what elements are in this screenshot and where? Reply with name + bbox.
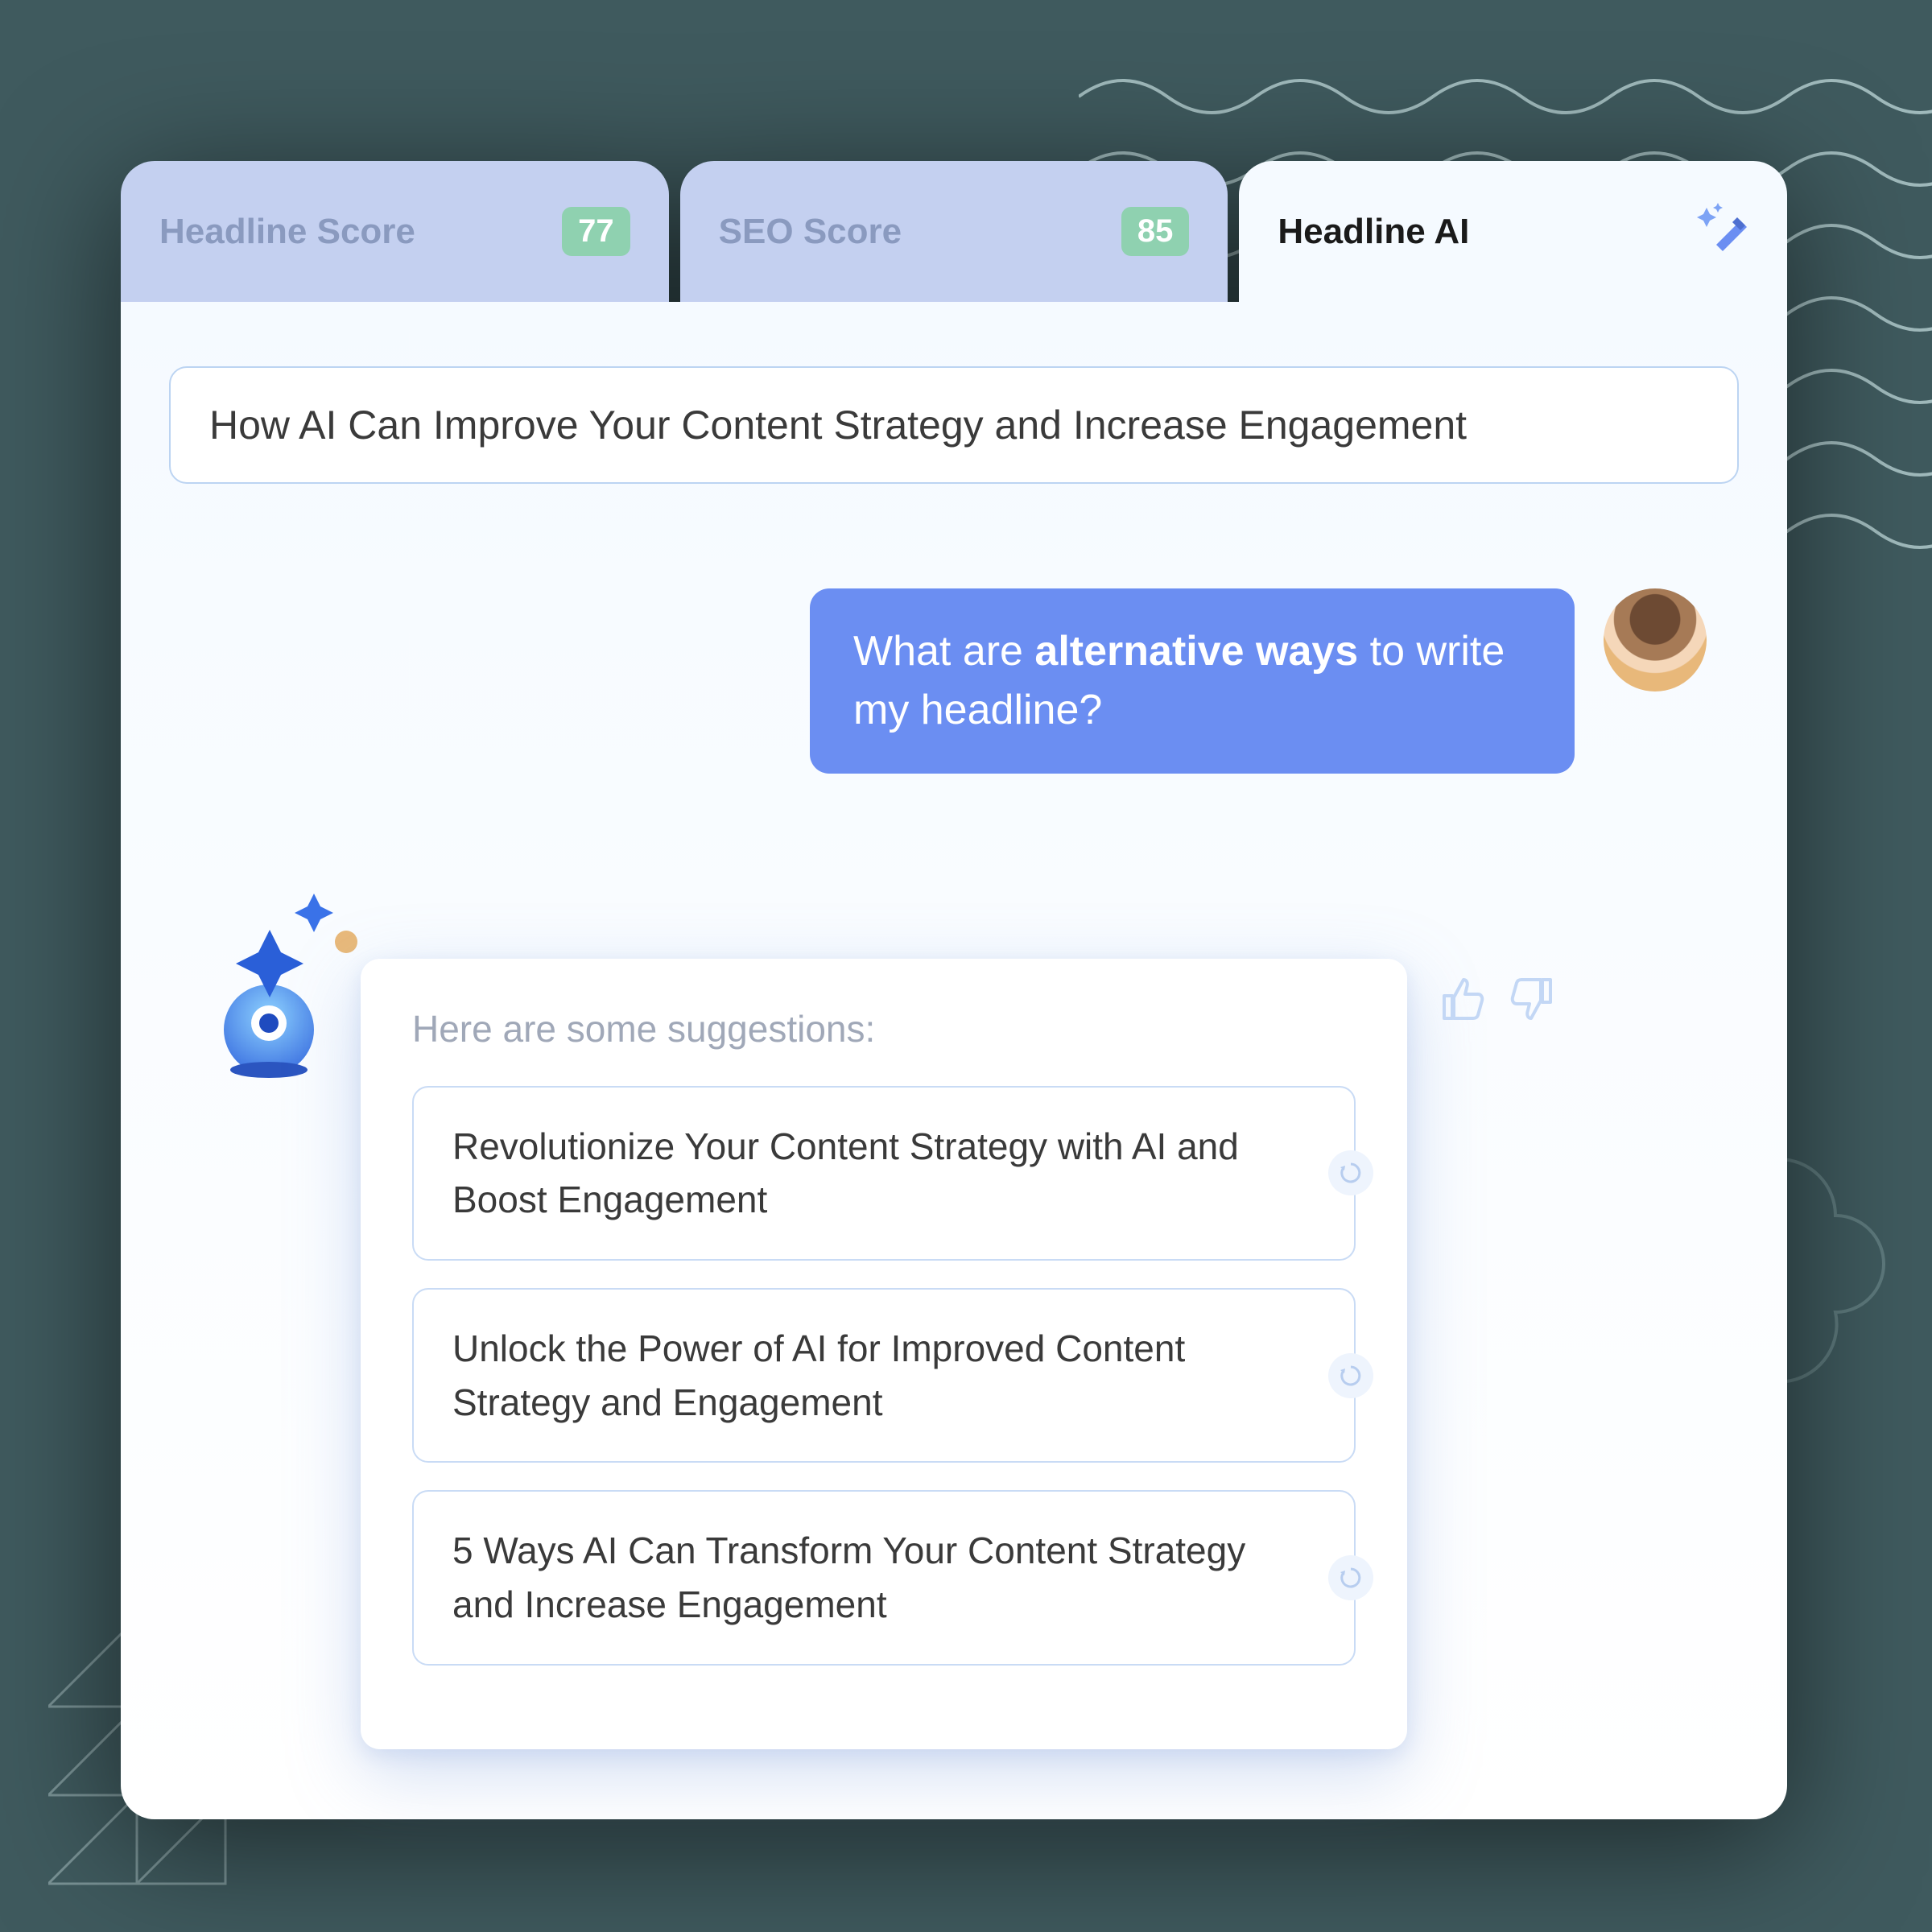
tab-seo-score[interactable]: SEO Score 85: [680, 161, 1228, 302]
ai-intro-text: Here are some suggestions:: [412, 1007, 1356, 1051]
user-message-row: What are alternative ways to write my he…: [169, 588, 1739, 774]
reload-icon[interactable]: [1328, 1150, 1373, 1195]
user-message-bubble: What are alternative ways to write my he…: [810, 588, 1575, 774]
suggestion-text: Unlock the Power of AI for Improved Cont…: [452, 1327, 1185, 1423]
reload-icon[interactable]: [1328, 1353, 1373, 1398]
feedback-buttons: [1435, 973, 1560, 1025]
suggestion-text: Revolutionize Your Content Strategy with…: [452, 1125, 1239, 1221]
tab-label: Headline Score: [159, 212, 415, 252]
score-badge: 85: [1121, 207, 1190, 256]
ai-message-row: Here are some suggestions: Revolutionize…: [169, 959, 1739, 1749]
reload-icon[interactable]: [1328, 1555, 1373, 1600]
tab-headline-ai[interactable]: Headline AI: [1239, 161, 1787, 302]
suggestion-item[interactable]: Revolutionize Your Content Strategy with…: [412, 1086, 1356, 1261]
tabs: Headline Score 77 SEO Score 85 Headline …: [121, 161, 1787, 302]
tab-headline-score[interactable]: Headline Score 77: [121, 161, 669, 302]
tab-label: Headline AI: [1278, 212, 1469, 252]
sparkle-icon: [225, 881, 370, 1018]
panel-body: How AI Can Improve Your Content Strategy…: [121, 302, 1787, 1819]
thumbs-up-icon[interactable]: [1435, 973, 1486, 1025]
user-avatar: [1604, 588, 1707, 691]
user-message-pre: What are: [853, 628, 1034, 675]
suggestion-item[interactable]: Unlock the Power of AI for Improved Cont…: [412, 1288, 1356, 1463]
thumbs-down-icon[interactable]: [1509, 973, 1560, 1025]
headline-studio-panel: Headline Score 77 SEO Score 85 Headline …: [121, 161, 1787, 1819]
suggestion-text: 5 Ways AI Can Transform Your Content Str…: [452, 1530, 1245, 1625]
user-message-bold: alternative ways: [1034, 628, 1358, 675]
ai-suggestions-card: Here are some suggestions: Revolutionize…: [361, 959, 1407, 1749]
magic-pen-icon: [1697, 201, 1748, 262]
score-badge: 77: [562, 207, 630, 256]
tab-label: SEO Score: [719, 212, 902, 252]
headline-text: How AI Can Improve Your Content Strategy…: [209, 402, 1467, 448]
headline-input[interactable]: How AI Can Improve Your Content Strategy…: [169, 366, 1739, 484]
suggestion-item[interactable]: 5 Ways AI Can Transform Your Content Str…: [412, 1490, 1356, 1665]
